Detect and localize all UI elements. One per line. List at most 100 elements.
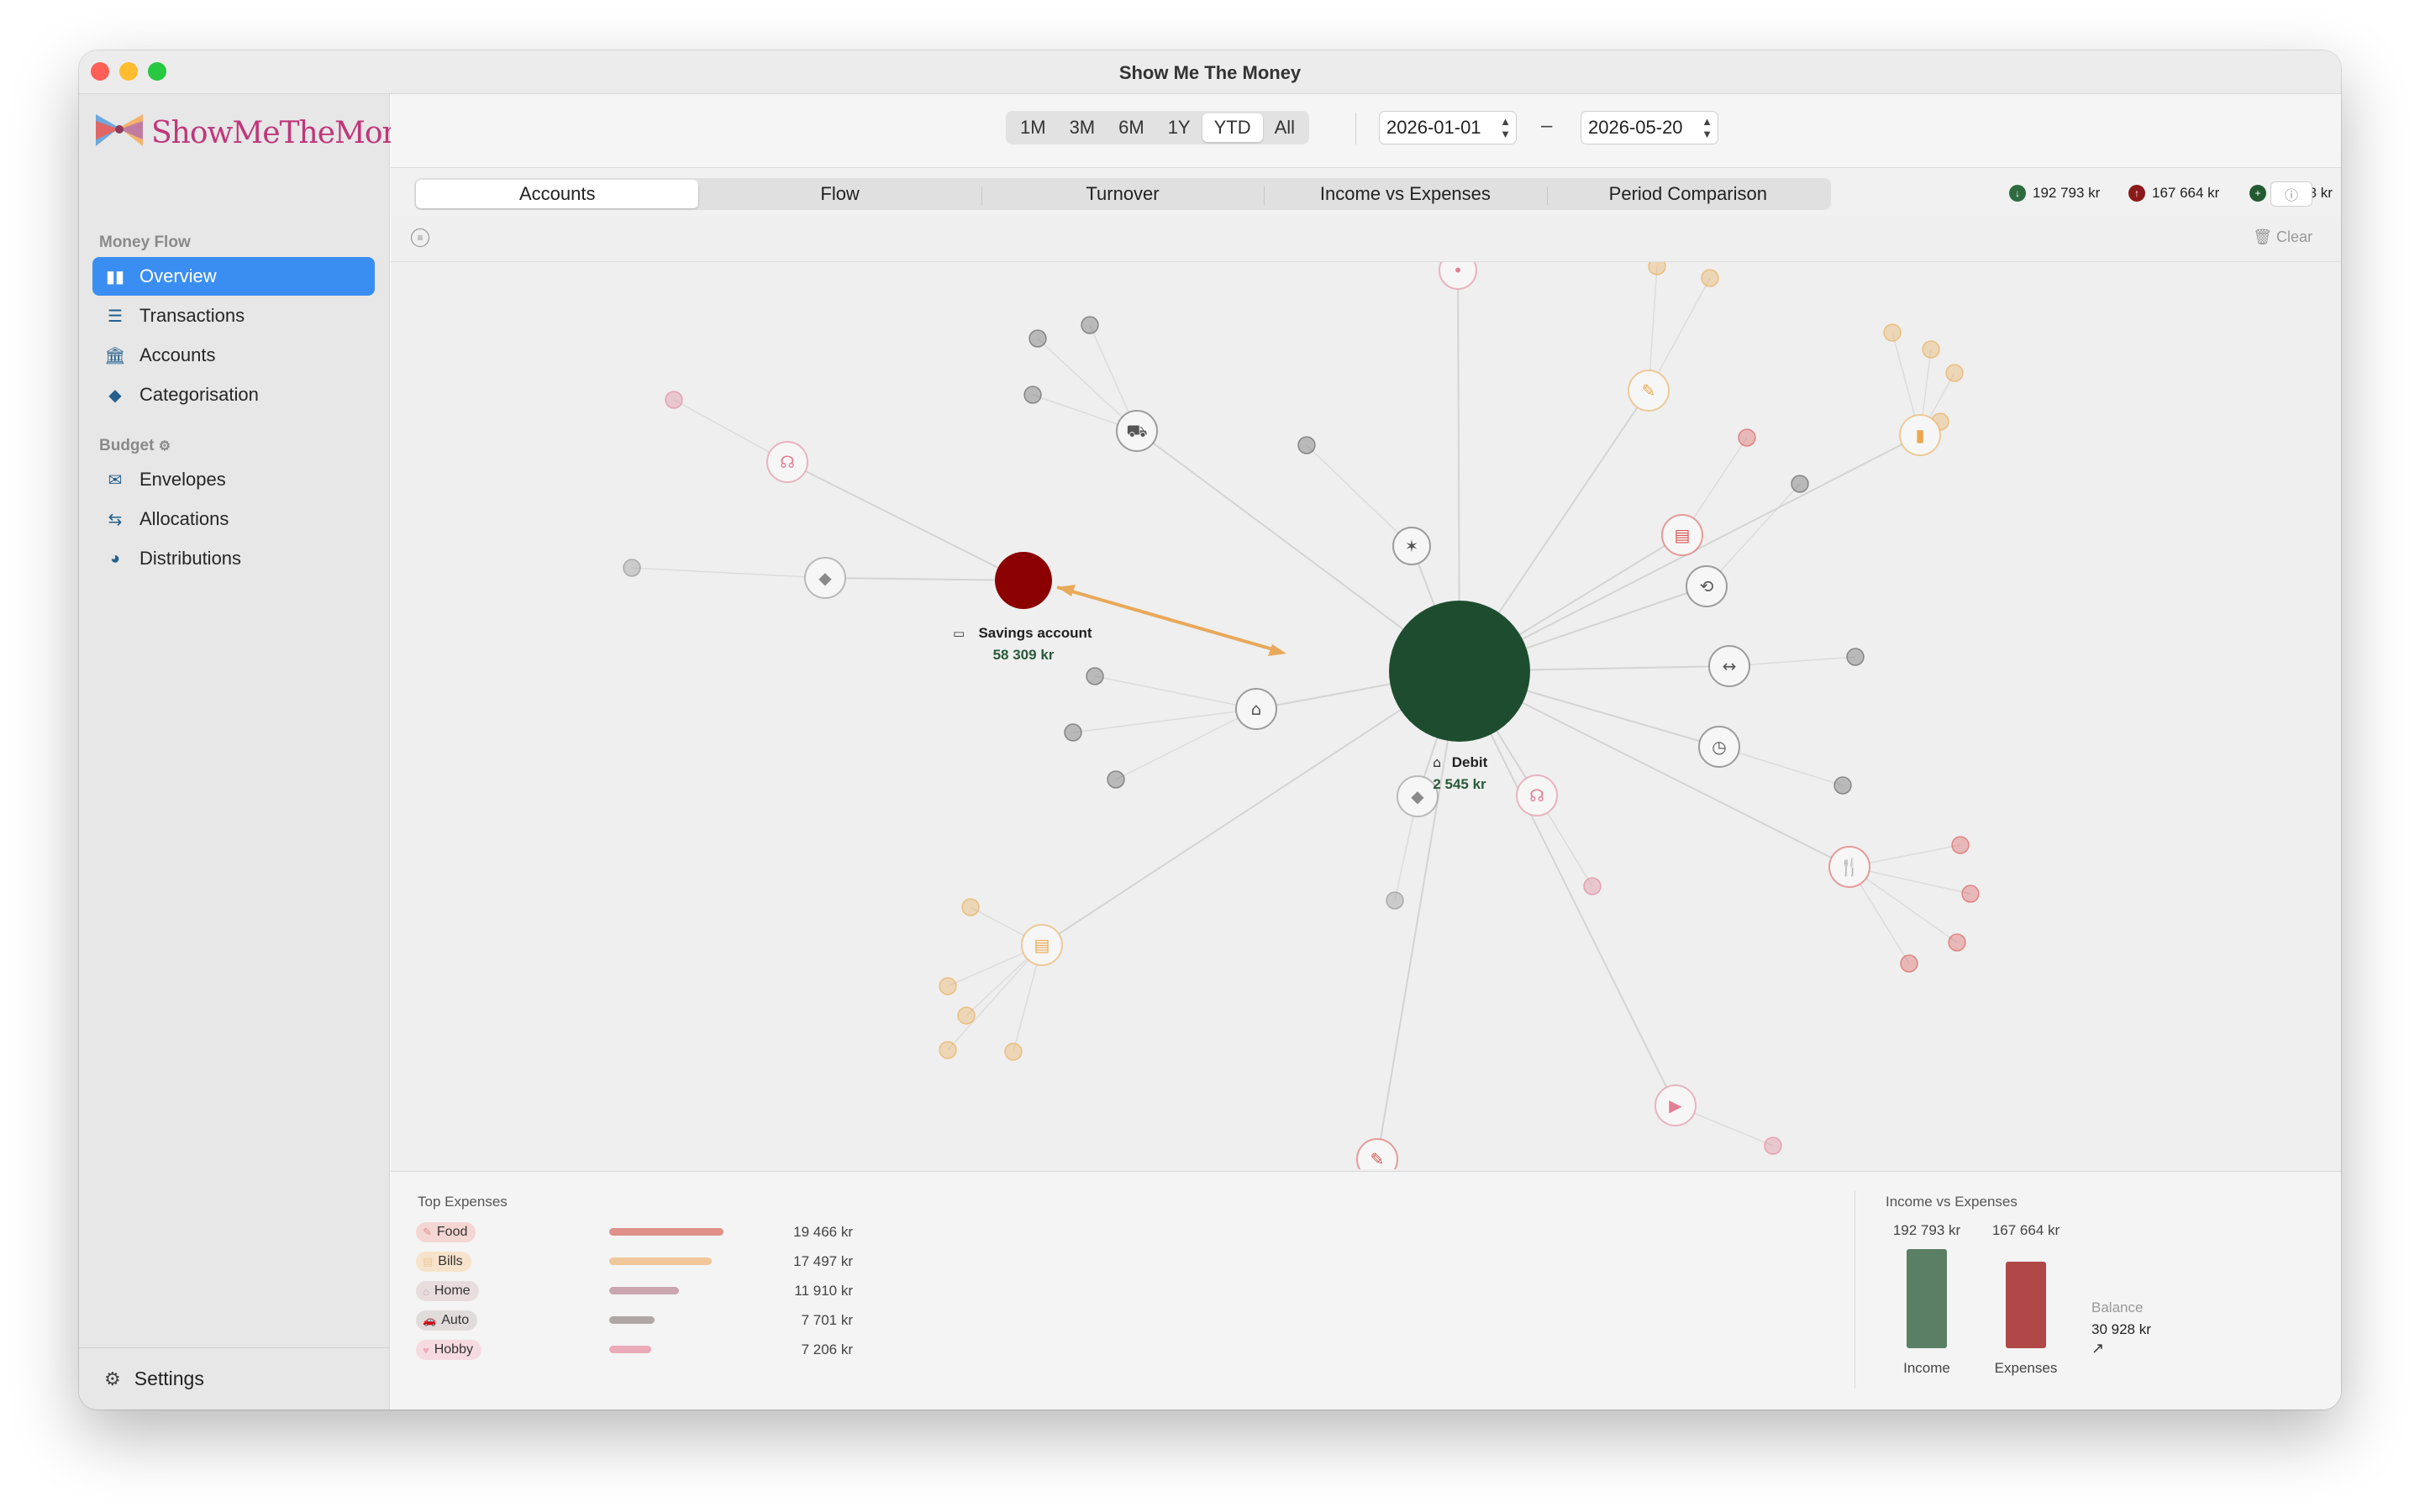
car-icon: ⛟ [1126, 421, 1147, 441]
category-leaf-node[interactable] [1004, 1042, 1023, 1061]
tab-accounts[interactable]: Accounts [416, 180, 699, 208]
bills2-icon: ▤ [1034, 935, 1050, 955]
date-from-value: 2026-01-01 [1386, 117, 1481, 138]
category-leaf-node[interactable] [957, 1006, 976, 1025]
expense-category-pill[interactable]: ♥ Hobby [416, 1340, 481, 1360]
range-button-1y[interactable]: 1Y [1156, 113, 1202, 142]
tab-income-vs-expenses[interactable]: Income vs Expenses [1264, 180, 1546, 208]
category-leaf-node[interactable] [1900, 954, 1918, 973]
debit-account-label: Debit [1452, 754, 1488, 770]
category-leaf-node[interactable] [623, 559, 641, 577]
expense-row[interactable]: ♥ Hobby 7 206 kr [416, 1338, 853, 1362]
category-leaf-node[interactable] [1297, 436, 1316, 454]
balance-plus-icon: + [2249, 185, 2266, 202]
info-button[interactable]: ⓘ [2270, 181, 2312, 207]
category-leaf-node[interactable] [1583, 877, 1602, 895]
ive-expenses-amount: 167 664 kr [1991, 1222, 2060, 1238]
range-button-6m[interactable]: 6M [1107, 113, 1156, 142]
category-leaf-node[interactable] [1023, 386, 1042, 404]
sidebar-item-envelopes[interactable]: ✉ Envelopes [92, 460, 375, 499]
account-graph[interactable]: ◆ ☊ ⛟ ✶ • ✎ ▤ ⟲ ↔ ▮ ◷ 🍴 ☊ ◆ ⌂ ▤ ▶ ✎ Savings account ▭ 58 309… [391, 262, 2341, 1169]
graph-edge [824, 577, 1024, 581]
sidebar-item-accounts[interactable]: 🏛 Accounts [92, 336, 375, 375]
expense-row[interactable]: ✎ Food 19 466 kr [416, 1221, 853, 1244]
date-to-field[interactable]: 2026-05-20 ▲ ▼ [1581, 111, 1718, 144]
expense-bar [609, 1316, 655, 1324]
category-leaf-node[interactable] [1648, 262, 1666, 276]
expense-category-pill[interactable]: ⌂ Home [416, 1281, 479, 1301]
date-separator: – [1541, 114, 1553, 137]
clear-button[interactable]: 🗑 Clear [2253, 228, 2312, 246]
timer-icon: ◷ [1712, 737, 1726, 757]
sidebar-item-overview[interactable]: ▮▮ Overview [92, 257, 375, 296]
sidebar-item-allocations[interactable]: ⇆ Allocations [92, 500, 375, 538]
view-tabs: Accounts Flow Turnover Income vs Expenses Pe… [414, 178, 1831, 210]
category-leaf-node[interactable] [1764, 1137, 1782, 1155]
category-leaf-node[interactable] [1791, 475, 1809, 493]
category-leaf-node[interactable] [1951, 836, 1970, 854]
category-leaf-node[interactable] [665, 391, 683, 409]
app-logo: ShowMeTheMoney [94, 109, 434, 156]
account-graph-canvas[interactable]: ◆ ☊ ⛟ ✶ • ✎ ▤ ⟲ ↔ ▮ ◷ 🍴 ☊ ◆ ⌂ ▤ ▶ ✎ Savings account ▭ 58 309… [391, 262, 2341, 1169]
date-to-stepper[interactable]: ▲ ▼ [1702, 115, 1712, 140]
category-leaf-node[interactable] [1846, 648, 1865, 666]
expense-category-pill[interactable]: 🚗 Auto [416, 1310, 478, 1331]
date-from-stepper[interactable]: ▲ ▼ [1500, 115, 1511, 140]
range-button-ytd[interactable]: YTD [1202, 113, 1263, 142]
date-from-field[interactable]: 2026-01-01 ▲ ▼ [1379, 111, 1517, 144]
category-leaf-node[interactable] [1028, 329, 1047, 348]
graph-edge [1376, 670, 1460, 1160]
graph-edge [631, 567, 826, 579]
category-leaf-node[interactable] [1064, 723, 1082, 742]
sidebar-item-distributions[interactable]: ◕ Distributions [92, 539, 375, 578]
expense-row[interactable]: ⌂ Home 11 910 kr [416, 1279, 853, 1303]
sidebar-item-categorisation[interactable]: ◆ Categorisation [92, 375, 375, 414]
tab-turnover[interactable]: Turnover [981, 180, 1264, 208]
tag2-icon: ◆ [1411, 786, 1424, 806]
expense-category-pill[interactable]: ✎ Food [416, 1222, 476, 1242]
expense-amount: 7 701 kr [801, 1312, 853, 1328]
category-leaf-node[interactable] [1081, 316, 1099, 334]
sidebar-item-transactions[interactable]: ☰ Transactions [92, 297, 375, 335]
bills-icon: ▤ [1675, 525, 1691, 545]
savings-account-label: Savings account [978, 625, 1092, 641]
category-leaf-node[interactable] [1961, 885, 1980, 903]
expenses-arrow-icon: ↑ [2128, 185, 2145, 202]
expense-row[interactable]: 🚗 Auto 7 701 kr [416, 1309, 853, 1332]
category-leaf-node[interactable] [939, 1041, 957, 1059]
category-leaf-node[interactable] [1107, 770, 1125, 789]
envelope-icon: ✉ [108, 470, 123, 490]
tab-flow[interactable]: Flow [698, 180, 981, 208]
settings-label: Settings [134, 1368, 204, 1389]
bank-icon: 🏛 [104, 346, 126, 365]
list-icon: ☰ [108, 307, 123, 326]
category-leaf-node[interactable] [961, 898, 980, 916]
expense-bar [609, 1257, 713, 1265]
expense-row[interactable]: ▤ Bills 17 497 kr [416, 1250, 853, 1273]
range-button-1m[interactable]: 1M [1008, 113, 1058, 142]
debit-account-node[interactable] [1389, 601, 1530, 742]
expense-category-pill[interactable]: ▤ Bills [416, 1252, 471, 1272]
filter-icon[interactable]: ≡ [411, 228, 429, 247]
range-button-all[interactable]: All [1263, 113, 1307, 142]
video-icon: ▶ [1669, 1095, 1682, 1116]
tab-period-comparison[interactable]: Period Comparison [1546, 180, 1829, 208]
arrows-icon: ⇆ [108, 510, 123, 529]
category-leaf-node[interactable] [1948, 933, 1966, 952]
category-leaf-node[interactable] [1701, 269, 1719, 287]
category-leaf-node[interactable] [1386, 891, 1404, 910]
category-leaf-node[interactable] [1833, 776, 1852, 795]
savings-account-node[interactable] [995, 552, 1052, 609]
category-leaf-node[interactable] [1738, 428, 1756, 447]
category-leaf-node[interactable] [1945, 364, 1964, 382]
ive-income-bar [1907, 1249, 1947, 1348]
category-leaf-node[interactable] [939, 977, 957, 995]
settings-button[interactable]: ⚙ Settings [79, 1347, 390, 1410]
category-leaf-node[interactable] [1922, 340, 1940, 359]
top-expenses-title: Top Expenses [418, 1194, 508, 1210]
category-leaf-node[interactable] [1883, 323, 1902, 342]
ive-balance-label: Balance [2091, 1299, 2144, 1315]
hobby-icon: ☊ [780, 452, 795, 472]
category-leaf-node[interactable] [1086, 667, 1104, 685]
range-button-3m[interactable]: 3M [1058, 113, 1107, 142]
